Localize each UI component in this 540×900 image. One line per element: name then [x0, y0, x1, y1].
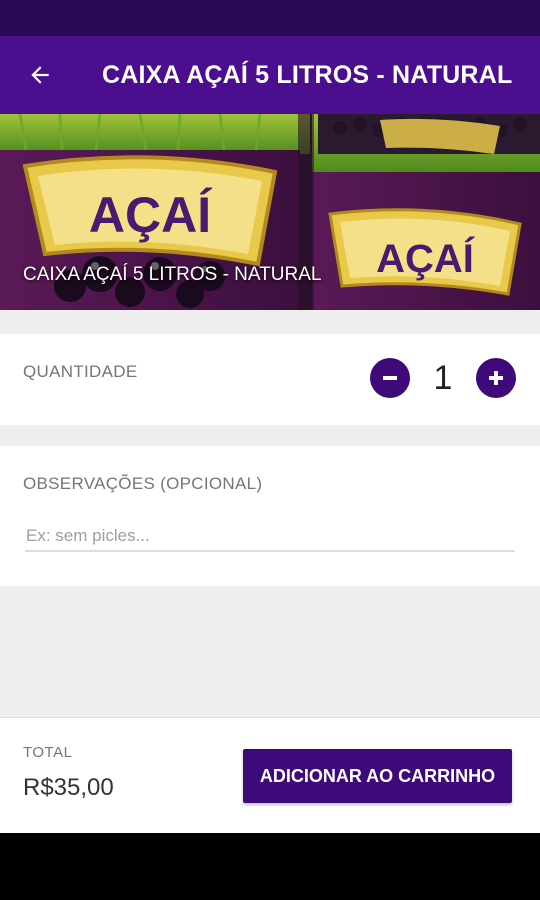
- app-bar: CAIXA AÇAÍ 5 LITROS - NATURAL: [0, 36, 540, 114]
- quantity-label: QUANTIDADE: [23, 362, 138, 381]
- quantity-value: 1: [433, 358, 453, 397]
- product-detail-screen: CAIXA AÇAÍ 5 LITROS - NATURAL AÇAÍ AÇAÍ …: [0, 0, 540, 833]
- svg-text:AÇAÍ: AÇAÍ: [376, 236, 475, 281]
- svg-text:AÇAÍ: AÇAÍ: [89, 187, 212, 243]
- checkout-footer: TOTAL R$35,00 ADICIONAR AO CARRINHO: [0, 717, 540, 833]
- observations-label: OBSERVAÇÕES (OPCIONAL): [23, 474, 263, 493]
- status-bar: [0, 0, 540, 36]
- page-title: CAIXA AÇAÍ 5 LITROS - NATURAL: [102, 60, 513, 89]
- observations-input[interactable]: [25, 522, 515, 552]
- quantity-card: QUANTIDADE 1: [0, 334, 540, 425]
- product-image: AÇAÍ AÇAÍ CAIXA AÇAÍ 5 LITROS - NATURAL: [0, 114, 540, 310]
- total-value: R$35,00: [23, 774, 114, 801]
- decrease-quantity-button[interactable]: [370, 358, 410, 398]
- add-to-cart-button[interactable]: ADICIONAR AO CARRINHO: [243, 749, 512, 803]
- increase-quantity-button[interactable]: [476, 358, 516, 398]
- total-label: TOTAL: [23, 744, 73, 761]
- quantity-stepper: 1: [370, 358, 516, 398]
- product-caption: CAIXA AÇAÍ 5 LITROS - NATURAL: [23, 264, 322, 285]
- arrow-left-icon: [31, 66, 49, 84]
- minus-icon: [383, 376, 397, 380]
- system-nav-bar: [0, 833, 540, 900]
- back-button[interactable]: [0, 36, 80, 114]
- plus-icon: [489, 371, 503, 385]
- observations-card: OBSERVAÇÕES (OPCIONAL): [0, 446, 540, 586]
